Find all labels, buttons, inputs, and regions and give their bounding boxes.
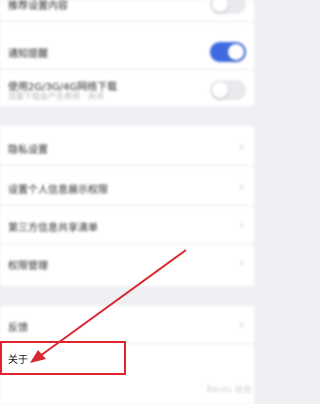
- annotation-arrow-icon: [30, 249, 187, 363]
- settings-page: 推荐设置内容 通知提醒 使用2G/3G/4G网络下载 流量下载会产生费用 · 关…: [0, 0, 254, 404]
